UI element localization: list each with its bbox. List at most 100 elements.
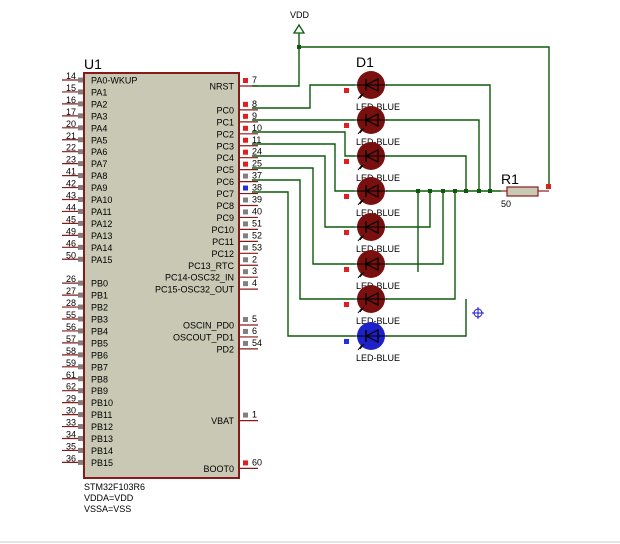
pin-name: PB4 — [91, 326, 108, 336]
pin-state-marker — [243, 340, 248, 346]
pin-state-marker — [78, 197, 83, 202]
junction-dots — [297, 45, 492, 193]
pin-state-marker — [78, 316, 83, 322]
pin-name: PC5 — [216, 165, 234, 175]
pin-state-marker — [78, 244, 83, 250]
pin-state-marker — [78, 125, 83, 131]
led-5[interactable]: LED-BLUE — [344, 213, 400, 254]
pin-name: BOOT0 — [203, 464, 234, 474]
junction-dot — [464, 189, 468, 193]
led-pin-marker — [344, 230, 349, 235]
pin-name: PB0 — [91, 279, 108, 289]
chip-ref-label: U1 — [84, 56, 102, 72]
pin-state-marker — [243, 328, 248, 334]
pin-state-marker — [78, 304, 83, 310]
led-2[interactable]: LED-BLUE — [344, 106, 400, 147]
pin-name: PB14 — [91, 446, 113, 456]
pin-number: 53 — [252, 242, 262, 252]
led-ref-label: D1 — [356, 54, 374, 70]
pin-number: 5 — [252, 314, 257, 324]
pin-name: PC8 — [216, 201, 234, 211]
junction-dot — [297, 45, 301, 49]
pin-state-marker — [243, 125, 248, 131]
pin-state-marker — [78, 447, 83, 453]
wire-led1-cathode — [386, 84, 491, 191]
pin-name: PA0-WKUP — [91, 76, 137, 86]
pin-number: 45 — [66, 214, 76, 224]
pin-name: PC3 — [216, 141, 234, 151]
pin-state-marker — [243, 185, 248, 191]
pin-number: 21 — [66, 131, 76, 141]
resistor-ref-label: R1 — [501, 171, 519, 187]
pin-name: PB15 — [91, 458, 113, 468]
pin-state-marker — [243, 149, 248, 155]
pin-number: 11 — [252, 135, 261, 145]
pin-state-marker — [78, 388, 83, 394]
pin-number: 33 — [66, 418, 76, 428]
pin-number: 25 — [252, 159, 262, 169]
pin-name: PA1 — [91, 87, 107, 97]
pin-state-marker — [78, 220, 83, 226]
pin-name: PB5 — [91, 338, 108, 348]
led-4[interactable]: LED-BLUE — [344, 177, 400, 218]
microcontroller-u1[interactable]: U1 14 PA0-WKUP15 PA116 PA217 PA320 PA421 PA522… — [62, 56, 262, 514]
pin-state-marker — [78, 89, 83, 95]
led-6[interactable]: LED-BLUE — [344, 250, 400, 291]
chip-note-vdda: VDDA=VDD — [84, 493, 134, 503]
pin-state-marker — [243, 173, 248, 179]
pin-state-marker — [243, 101, 248, 107]
wire-vdd-nrst — [252, 33, 300, 87]
crosshair-cursor-icon — [472, 307, 484, 319]
pin-name: PC7 — [216, 189, 234, 199]
resistor-body — [506, 186, 539, 197]
led-array[interactable]: LED-BLUELED-BLUELED-BLUELED-BLUELED-BLUE… — [344, 71, 400, 363]
pin-name: PB2 — [91, 303, 108, 313]
vdd-power-terminal[interactable]: VDD — [290, 10, 310, 34]
resistor-pin-marker — [546, 184, 551, 189]
vdd-label: VDD — [290, 10, 310, 20]
pin-number: 39 — [252, 195, 262, 205]
pin-name: OSCIN_PD0 — [183, 321, 234, 331]
pin-number: 2 — [252, 254, 257, 264]
pin-state-marker — [78, 459, 83, 465]
led-pin-marker — [344, 123, 349, 128]
pin-name: PA6 — [91, 147, 107, 157]
wire-pc6 — [252, 179, 355, 300]
pin-number: 54 — [252, 338, 262, 348]
pin-state-marker — [78, 101, 83, 107]
pin-name: PB10 — [91, 398, 113, 408]
pin-name: PC1 — [216, 117, 234, 127]
pin-number: 51 — [252, 218, 262, 228]
wire-vdd-r1 — [299, 46, 550, 187]
led-pin-marker — [344, 339, 349, 344]
pin-number: 16 — [66, 95, 76, 105]
pin-name: PC6 — [216, 177, 234, 187]
pin-number: 40 — [252, 206, 262, 216]
led-3[interactable]: LED-BLUE — [344, 142, 400, 183]
junction-dot — [428, 189, 432, 193]
pin-name: PA12 — [91, 219, 112, 229]
led-pin-marker — [344, 302, 349, 307]
pin-name: PC11 — [212, 237, 234, 247]
pin-state-marker — [243, 113, 248, 119]
pin-number: 57 — [66, 334, 76, 344]
led-8[interactable]: LED-BLUE — [344, 322, 400, 363]
pin-name: PB13 — [91, 434, 113, 444]
pin-number: 3 — [252, 266, 257, 276]
pin-state-marker — [243, 460, 248, 466]
pin-state-marker — [243, 197, 248, 203]
led-7[interactable]: LED-BLUE — [344, 285, 400, 326]
chip-part-number: STM32F103R6 — [84, 482, 145, 492]
pin-state-marker — [78, 340, 83, 346]
schematic-canvas[interactable]: U1 14 PA0-WKUP15 PA116 PA217 PA320 PA421 PA522… — [0, 0, 620, 544]
junction-dot — [416, 189, 420, 193]
resistor-r1[interactable]: R1 50 — [501, 171, 551, 209]
led-1[interactable]: LED-BLUE — [344, 71, 400, 112]
pin-name: PA4 — [91, 123, 107, 133]
pin-name: PB1 — [91, 291, 108, 301]
led-pin-marker — [344, 159, 349, 164]
pin-state-marker — [78, 400, 83, 406]
pin-state-marker — [78, 280, 83, 286]
pin-name: PA9 — [91, 183, 107, 193]
pin-state-marker — [78, 232, 83, 238]
